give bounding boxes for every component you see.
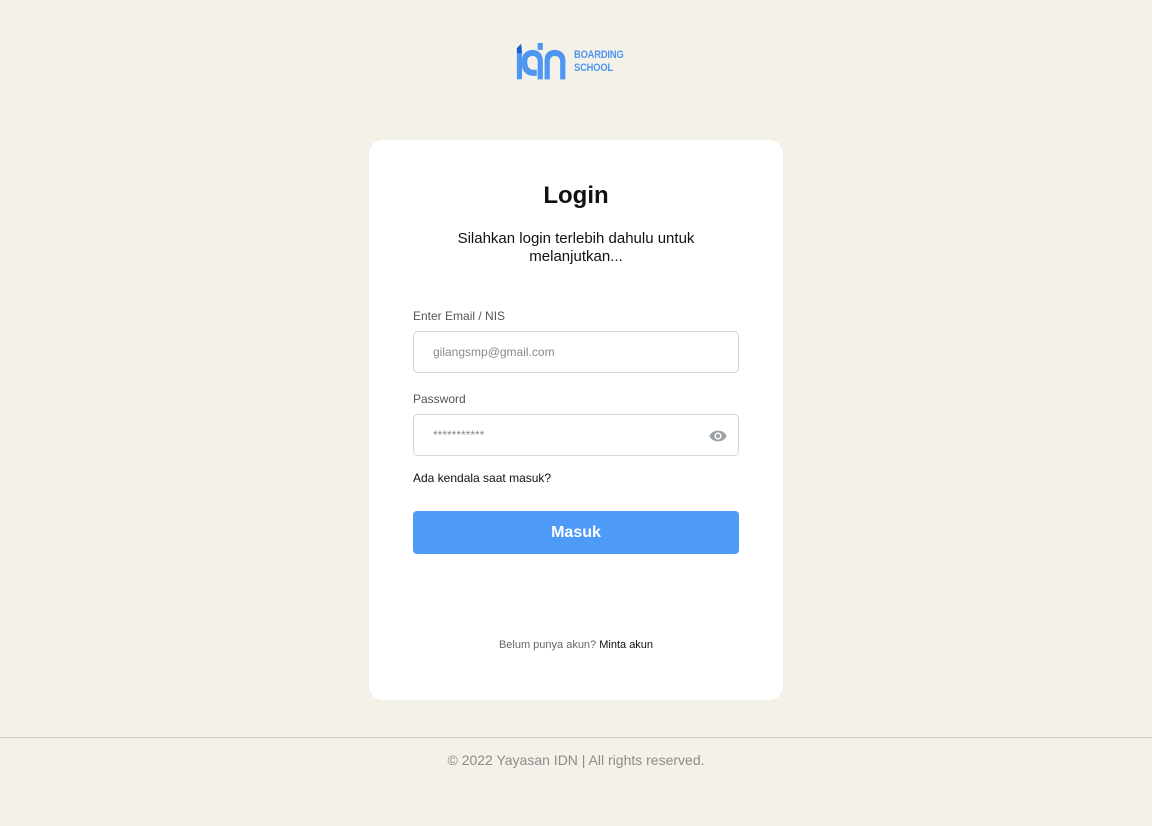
signup-prompt-text: Belum punya akun? — [498, 639, 597, 651]
logo-text-line1: BOARDING — [573, 49, 624, 61]
trouble-login-link[interactable]: Ada kendala saat masuk? — [413, 471, 551, 485]
login-card: Login Silahkan login terlebih dahulu unt… — [369, 140, 783, 700]
idn-logo-mark — [516, 42, 566, 80]
password-field[interactable] — [414, 415, 738, 455]
email-label: Enter Email / NIS — [413, 309, 506, 323]
footer-copyright: © 2022 Yayasan IDN | All rights reserved… — [447, 752, 705, 768]
signup-prompt: Belum punya akun? Minta akun — [369, 639, 783, 651]
eye-icon[interactable] — [709, 428, 727, 444]
page-title: Login — [543, 182, 609, 209]
logo-text-line2: SCHOOL — [573, 62, 613, 74]
brand-logo: BOARDING SCHOOL — [516, 38, 632, 86]
password-label: Password — [413, 392, 466, 406]
footer: © 2022 Yayasan IDN | All rights reserved… — [0, 737, 1152, 826]
page-subtitle: Silahkan login terlebih dahulu untuk mel… — [457, 230, 695, 265]
email-field-wrapper — [413, 331, 739, 373]
password-field-wrapper — [413, 414, 739, 456]
email-field[interactable] — [414, 332, 738, 372]
login-button[interactable]: Masuk — [413, 511, 739, 554]
logo-text: BOARDING SCHOOL — [574, 49, 624, 75]
request-account-link[interactable]: Minta akun — [599, 639, 653, 651]
